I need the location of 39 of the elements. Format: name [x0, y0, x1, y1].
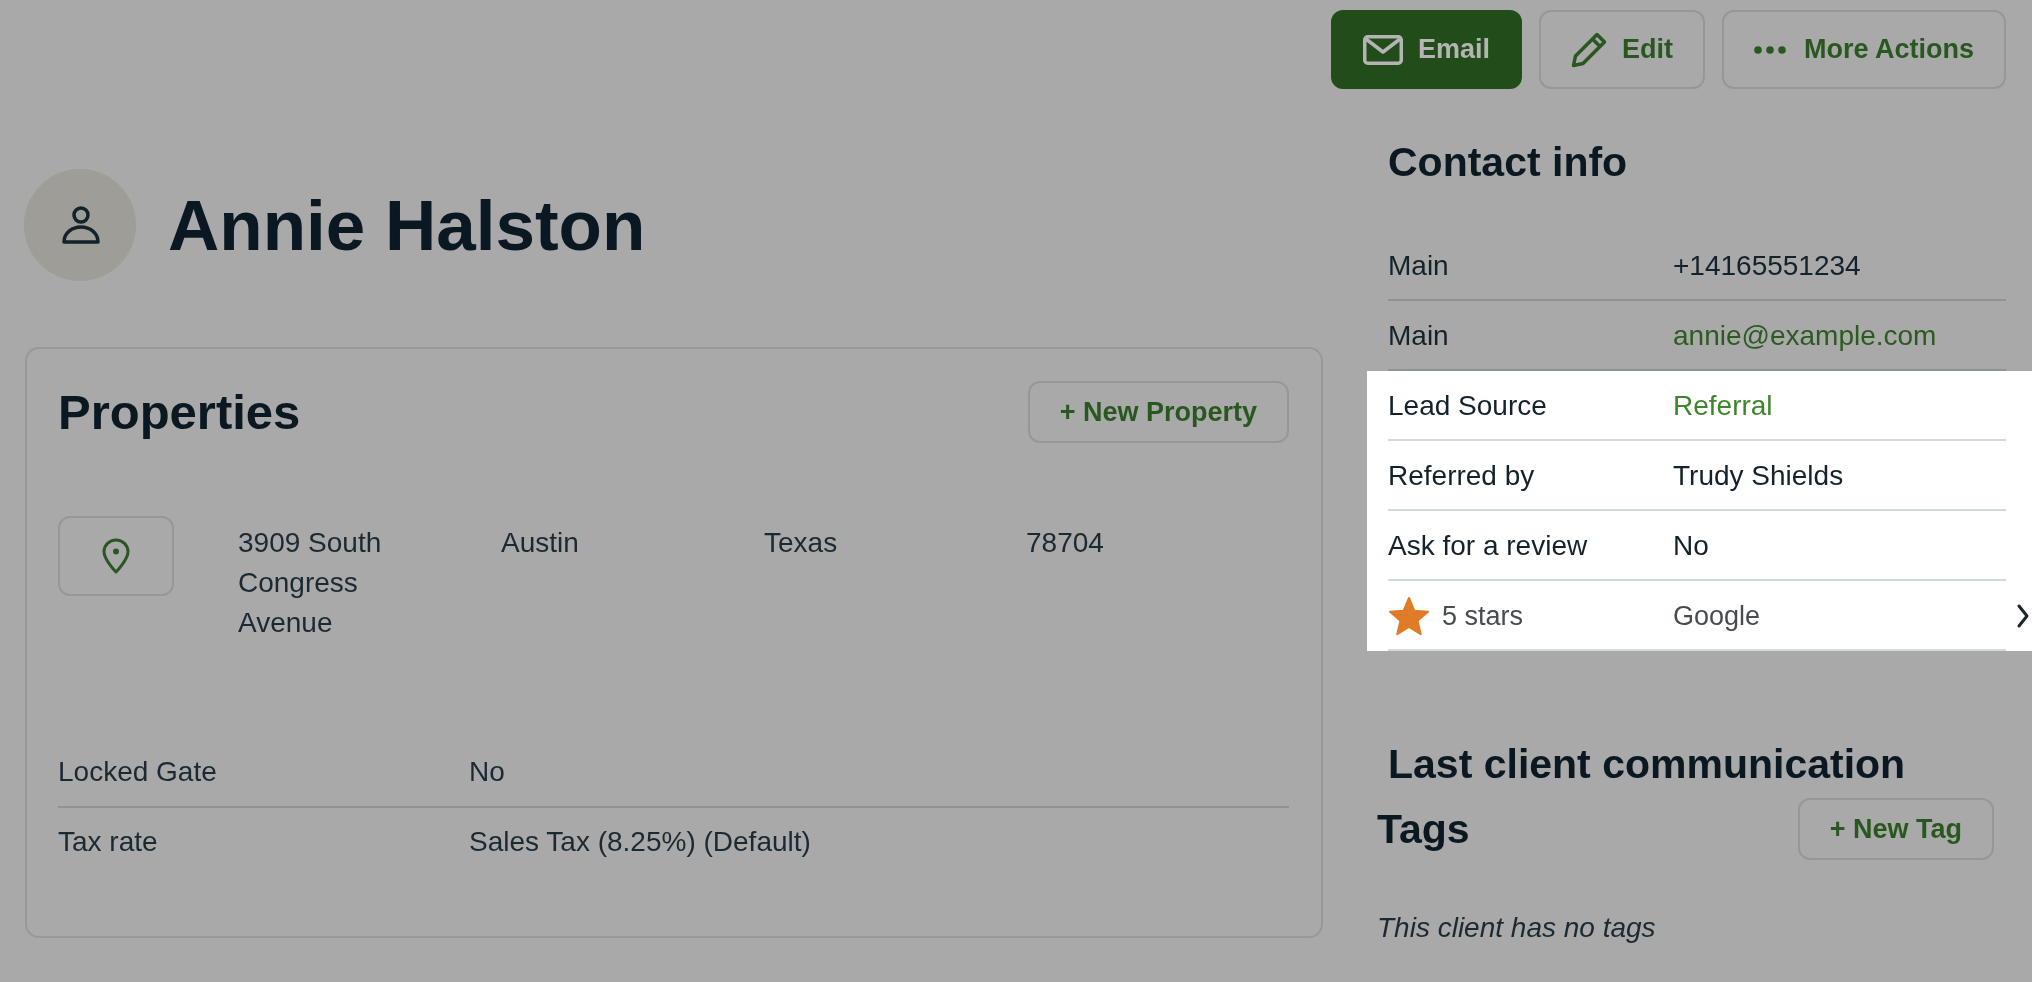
contact-label: Main — [1388, 250, 1449, 282]
contact-value: No — [1673, 530, 1709, 562]
new-tag-button[interactable]: + New Tag — [1797, 798, 1994, 860]
chevron-right-icon[interactable] — [2016, 603, 2030, 629]
contact-value: +14165551234 — [1673, 250, 1861, 282]
envelope-icon — [1362, 34, 1403, 65]
contact-label: Lead Source — [1388, 390, 1547, 422]
field-value: Sales Tax (8.25%) (Default) — [469, 826, 811, 858]
avatar-icon — [24, 169, 136, 281]
ellipsis-icon — [1754, 45, 1786, 54]
field-value: No — [469, 756, 505, 788]
field-label: Locked Gate — [58, 756, 218, 788]
client-name: Annie Halston — [168, 189, 646, 261]
contact-link[interactable]: Referral — [1673, 390, 1773, 422]
property-state: Texas — [764, 526, 839, 560]
pencil-icon — [1571, 31, 1607, 68]
contact-label: Ask for a review — [1388, 530, 1588, 562]
star-icon — [1388, 596, 1430, 636]
edit-button[interactable]: Edit — [1539, 10, 1705, 89]
contact-label: 5 stars — [1442, 600, 1524, 632]
section-title: Contact info — [1388, 138, 1629, 187]
more-actions-button[interactable]: More Actions — [1722, 10, 2006, 89]
map-pin-icon — [102, 538, 130, 574]
contact-value: Trudy Shields — [1673, 460, 1844, 492]
email-button[interactable]: Email — [1330, 10, 1522, 89]
empty-tags-message: This client has no tags — [1377, 911, 1657, 945]
property-city: Austin — [501, 526, 580, 560]
location-button[interactable] — [58, 516, 174, 596]
contact-value: Google — [1673, 600, 1761, 632]
section-title: Last client communication — [1388, 740, 1907, 789]
property-zip: 78704 — [1026, 526, 1104, 560]
new-property-button[interactable]: + New Property — [1027, 381, 1289, 443]
section-title: Properties — [58, 387, 301, 437]
contact-link[interactable]: annie@example.com — [1673, 320, 1937, 352]
contact-label: Referred by — [1388, 460, 1535, 492]
section-title: Tags — [1377, 804, 1470, 854]
field-label: Tax rate — [58, 826, 159, 858]
contact-label: Main — [1388, 320, 1449, 352]
property-address: 3909 South Congress Avenue — [238, 526, 383, 640]
